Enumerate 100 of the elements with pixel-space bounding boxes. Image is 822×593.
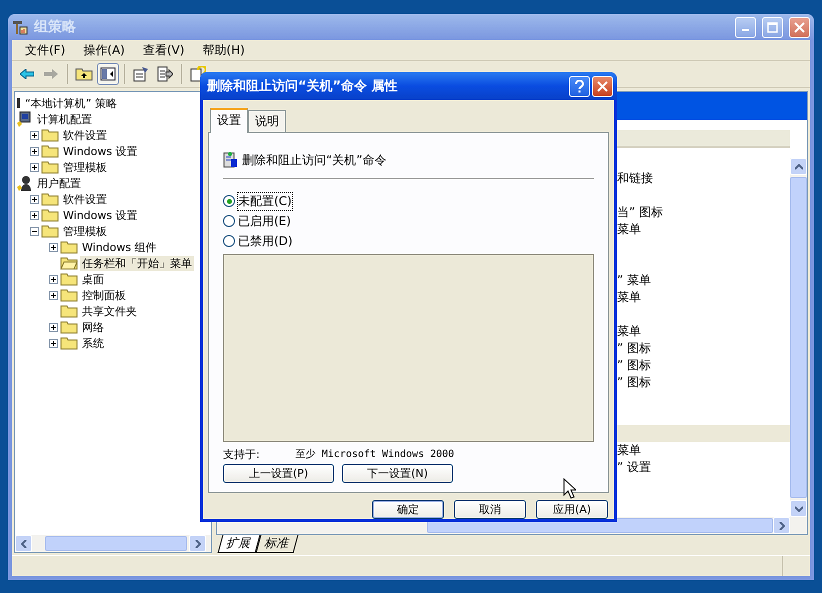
list-item[interactable]: 菜单 — [617, 222, 641, 236]
tree-item[interactable]: 软件设置 — [61, 128, 109, 142]
expand-toggle[interactable] — [49, 322, 58, 332]
tree-item[interactable]: 桌面 — [80, 272, 106, 286]
tree-item[interactable]: Windows 设置 — [61, 208, 140, 222]
list-item[interactable]: ” 图标 — [617, 341, 652, 355]
folder-icon — [41, 128, 59, 142]
folder-icon — [41, 224, 59, 238]
properties-icon — [133, 66, 149, 82]
tree-item[interactable]: 系统 — [80, 336, 106, 350]
folder-icon — [41, 192, 59, 206]
expand-toggle[interactable] — [49, 338, 58, 348]
plus-icon — [51, 276, 56, 282]
export-list-icon — [157, 66, 173, 82]
supported-label: 支持于: — [223, 446, 260, 462]
list-item[interactable]: 和链接 — [617, 171, 653, 185]
collapse-toggle[interactable] — [30, 226, 39, 236]
open-folder-icon — [60, 256, 78, 270]
expand-toggle[interactable] — [30, 146, 39, 156]
tree-item[interactable]: 管理模板 — [61, 160, 109, 174]
folder-icon — [60, 320, 78, 334]
view-tab[interactable]: 扩展 — [218, 535, 260, 553]
list-item[interactable]: ” 图标 — [617, 375, 652, 389]
folder-icon — [41, 144, 59, 158]
vertical-scrollbar[interactable] — [790, 158, 807, 517]
plus-icon — [32, 196, 37, 202]
list-item[interactable]: 菜单 — [617, 290, 641, 304]
forward-arrow-icon — [44, 69, 58, 79]
help-button[interactable] — [569, 76, 590, 96]
expand-toggle[interactable] — [30, 210, 39, 220]
tree-item[interactable]: 软件设置 — [61, 192, 109, 206]
expand-toggle[interactable] — [30, 194, 39, 204]
computer-icon — [17, 111, 33, 127]
radio-option[interactable]: 已禁用(D) — [223, 231, 594, 251]
nav-button[interactable]: 上一设置(P) — [223, 464, 334, 483]
user-icon — [17, 175, 33, 191]
folder-icon — [60, 336, 78, 350]
policy-setting-icon — [223, 151, 239, 169]
tree-item[interactable]: 管理模板 — [61, 224, 109, 238]
dialog-button[interactable]: 确定 — [372, 500, 444, 519]
tree-item[interactable]: 计算机配置 — [35, 112, 94, 126]
plus-icon — [51, 244, 56, 250]
plus-icon — [51, 292, 56, 298]
plus-icon — [32, 164, 37, 170]
close-button[interactable] — [789, 16, 810, 38]
menu-item[interactable]: 文件(F) — [16, 42, 74, 58]
menu-item[interactable]: 查看(V) — [134, 42, 194, 58]
question-mark-icon — [575, 80, 584, 92]
hammer-icon — [12, 19, 28, 35]
dialog-button[interactable]: 取消 — [454, 500, 526, 519]
minus-icon — [32, 228, 37, 234]
radio-option[interactable]: 未配置(C) — [223, 191, 594, 211]
plus-icon — [32, 132, 37, 138]
expand-toggle[interactable] — [49, 242, 58, 252]
toolbar-button[interactable] — [97, 63, 119, 85]
expand-toggle[interactable] — [30, 130, 39, 140]
tree-item[interactable]: 任务栏和「开始」菜单 — [80, 256, 194, 270]
folder-icon — [60, 240, 78, 254]
plus-icon — [51, 324, 56, 330]
list-item[interactable]: 当” 图标 — [617, 205, 664, 219]
expand-toggle[interactable] — [49, 290, 58, 300]
tree-item[interactable]: 共享文件夹 — [80, 304, 139, 318]
dialog-tab[interactable]: 说明 — [248, 110, 286, 132]
supported-value: 至少 Microsoft Windows 2000 — [296, 448, 454, 461]
folder-icon — [60, 288, 78, 302]
tree-item[interactable]: Windows 组件 — [80, 240, 159, 254]
back-arrow-icon — [20, 69, 34, 79]
horizontal-scrollbar[interactable] — [15, 535, 211, 552]
folder-icon — [60, 272, 78, 286]
tree-item[interactable]: “本地计算机” 策略 — [23, 96, 119, 110]
tree-item[interactable]: 控制面板 — [80, 288, 128, 302]
dialog-tab[interactable]: 设置 — [210, 108, 248, 133]
list-item[interactable]: 菜单 — [617, 443, 641, 457]
setting-name: 删除和阻止访问“关机”命令 — [242, 152, 386, 169]
view-tab[interactable]: 标准 — [256, 535, 298, 553]
menu-item[interactable]: 操作(A) — [74, 42, 134, 58]
maximize-icon — [767, 22, 778, 32]
split-pane-icon — [100, 67, 116, 81]
plus-icon — [32, 148, 37, 154]
dialog-button[interactable]: 应用(A) — [536, 500, 608, 519]
close-icon — [597, 80, 608, 92]
menu-item[interactable]: 帮助(H) — [193, 42, 254, 58]
radio-option[interactable]: 已启用(E) — [223, 211, 594, 231]
nav-button[interactable]: 下一设置(N) — [342, 464, 453, 483]
tree-item[interactable]: 网络 — [80, 320, 106, 334]
up-folder-icon — [75, 67, 93, 81]
dialog-title: 删除和阻止访问“关机”命令 属性 — [207, 78, 399, 95]
close-icon — [794, 22, 805, 32]
tree-item[interactable]: Windows 设置 — [61, 144, 140, 158]
list-item[interactable]: ” 菜单 — [617, 273, 652, 287]
expand-toggle[interactable] — [49, 274, 58, 284]
window-title: 组策略 — [34, 18, 77, 36]
folder-icon — [60, 304, 78, 318]
list-item[interactable]: 菜单 — [617, 324, 641, 338]
plus-icon — [32, 212, 37, 218]
expand-toggle[interactable] — [30, 162, 39, 172]
list-item[interactable]: ” 设置 — [617, 460, 652, 474]
tree-item[interactable]: 用户配置 — [35, 176, 83, 190]
list-item[interactable]: ” 图标 — [617, 358, 652, 372]
close-button[interactable] — [592, 76, 613, 96]
